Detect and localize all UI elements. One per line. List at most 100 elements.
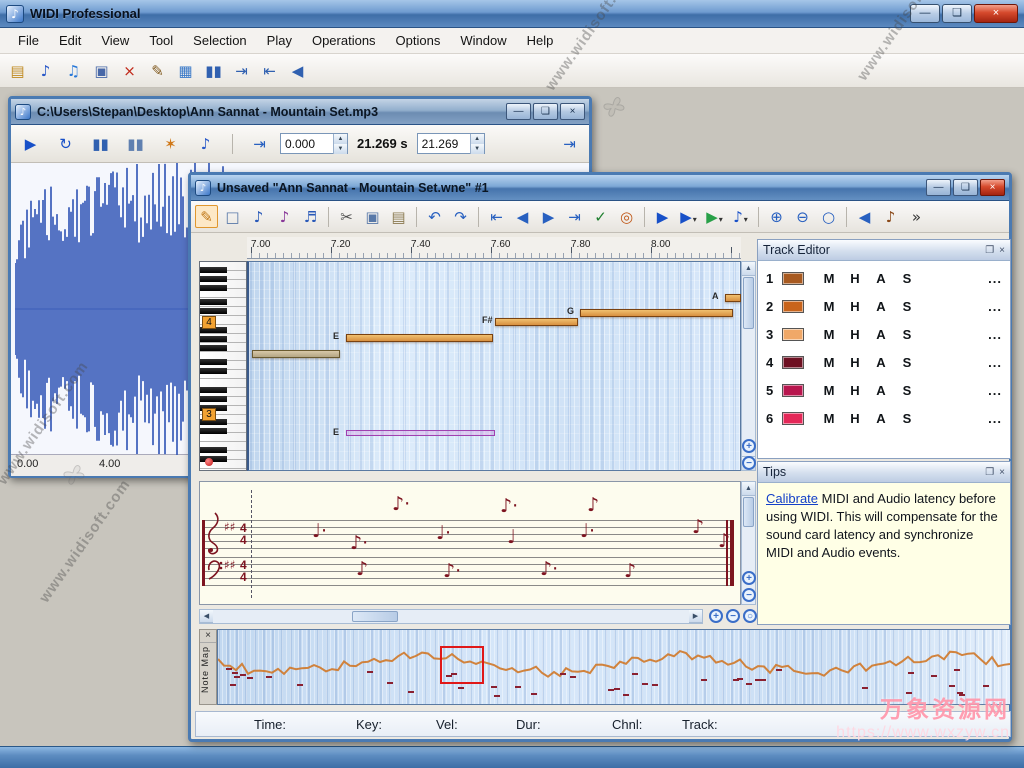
spin-up-icon[interactable]: ▲: [471, 134, 484, 144]
notation-note[interactable]: ♩: [507, 528, 516, 547]
close-button[interactable]: ×: [974, 4, 1018, 23]
scroll-up-icon[interactable]: ▲: [742, 482, 755, 496]
hzoom-out-button[interactable]: −: [726, 609, 740, 623]
panel-close-icon[interactable]: ×: [999, 467, 1005, 478]
track-s-button[interactable]: S: [894, 355, 920, 370]
track-h-button[interactable]: H: [842, 327, 868, 342]
play-icon[interactable]: ▶: [651, 205, 674, 228]
record-pencil-icon[interactable]: ✎: [195, 205, 218, 228]
convert-selection-icon[interactable]: ⇥: [558, 132, 581, 155]
spectrogram-zoom-out-button[interactable]: −: [742, 456, 756, 470]
mp3-minimize-button[interactable]: —: [506, 103, 531, 120]
calibrate-link[interactable]: Calibrate: [766, 491, 818, 506]
notation-zoom-out-button[interactable]: −: [742, 588, 756, 602]
piano-black-key[interactable]: [200, 447, 227, 453]
cut-icon[interactable]: ✂: [335, 205, 358, 228]
track-color-swatch[interactable]: [782, 300, 804, 313]
track-more-button[interactable]: ...: [988, 411, 1002, 426]
save-icon[interactable]: ▣: [90, 59, 113, 82]
pause-icon[interactable]: ▮▮: [89, 132, 112, 155]
note-map[interactable]: [217, 629, 1011, 705]
convert-options-icon[interactable]: ⇤: [258, 59, 281, 82]
notation-zoom-in-button[interactable]: +: [742, 571, 756, 585]
piano-black-key[interactable]: [200, 387, 227, 393]
track-a-button[interactable]: A: [868, 383, 894, 398]
track-h-button[interactable]: H: [842, 411, 868, 426]
piano-black-key[interactable]: [200, 428, 227, 434]
track-color-swatch[interactable]: [782, 412, 804, 425]
menu-item-selection[interactable]: Selection: [183, 28, 256, 53]
mp3-close-button[interactable]: ×: [560, 103, 585, 120]
play-note-icon[interactable]: ♪▾: [729, 205, 752, 228]
note-add-icon[interactable]: ♪: [247, 205, 270, 228]
spin-up-icon[interactable]: ▲: [334, 134, 347, 144]
notation-note[interactable]: ♪·: [540, 560, 558, 579]
hzoom-fit-button[interactable]: ○: [743, 609, 757, 623]
midi-note-bar[interactable]: [725, 294, 741, 302]
prev-note-icon[interactable]: ◀: [511, 205, 534, 228]
track-h-button[interactable]: H: [842, 271, 868, 286]
convert-to-midi-icon[interactable]: ⇥: [230, 59, 253, 82]
notation-note[interactable]: ♪·: [443, 562, 461, 581]
hzoom-in-button[interactable]: +: [709, 609, 723, 623]
track-color-swatch[interactable]: [782, 272, 804, 285]
piano-black-key[interactable]: [200, 359, 227, 365]
scroll-up-icon[interactable]: ▲: [742, 262, 755, 276]
editor-maximize-button[interactable]: ❏: [953, 179, 978, 196]
piano-black-key[interactable]: [200, 336, 227, 342]
undo-icon[interactable]: ↶: [423, 205, 446, 228]
zoom-in-icon[interactable]: ⊕: [765, 205, 788, 228]
mp3-maximize-button[interactable]: ❏: [533, 103, 558, 120]
notation-note[interactable]: ♪: [356, 560, 368, 579]
track-s-button[interactable]: S: [894, 327, 920, 342]
track-h-button[interactable]: H: [842, 355, 868, 370]
note-map-viewport-rect[interactable]: [440, 646, 484, 684]
editor-titlebar[interactable]: ♪ Unsaved "Ann Sannat - Mountain Set.wne…: [191, 175, 1009, 201]
panel-close-icon[interactable]: ×: [999, 245, 1005, 256]
go-end-icon[interactable]: ⇥: [563, 205, 586, 228]
notation-note[interactable]: ♪: [587, 496, 599, 515]
track-s-button[interactable]: S: [894, 411, 920, 426]
notation-note[interactable]: ♪: [718, 532, 730, 551]
menu-item-operations[interactable]: Operations: [302, 28, 386, 53]
volume-icon[interactable]: ◀: [853, 205, 876, 228]
note-map-close-icon[interactable]: ×: [200, 630, 216, 643]
track-m-button[interactable]: M: [816, 271, 842, 286]
play-selection-icon[interactable]: ▶▾: [703, 205, 726, 228]
scroll-left-icon[interactable]: ◀: [200, 610, 213, 623]
menu-item-edit[interactable]: Edit: [49, 28, 91, 53]
zoom-fit-icon[interactable]: ○: [817, 205, 840, 228]
open-midi-icon[interactable]: ♪: [34, 59, 57, 82]
tips-header[interactable]: Tips ❐ ×: [758, 462, 1010, 483]
display-mode-icon[interactable]: ▦: [174, 59, 197, 82]
stop-icon[interactable]: ▮▮: [124, 132, 147, 155]
editor-hscrollbar[interactable]: ◀ ▶: [199, 609, 703, 624]
menu-item-play[interactable]: Play: [257, 28, 302, 53]
midi-note-bar[interactable]: [252, 350, 340, 358]
notation-note[interactable]: ♩·: [312, 522, 327, 541]
redo-icon[interactable]: ↷: [449, 205, 472, 228]
position-value[interactable]: 0.000: [281, 137, 333, 151]
minimize-button[interactable]: —: [910, 4, 940, 23]
midi-note-bar[interactable]: [346, 430, 495, 436]
speaker-icon[interactable]: ◀: [286, 59, 309, 82]
play-loop-icon[interactable]: ↻: [54, 132, 77, 155]
editor-minimize-button[interactable]: —: [926, 179, 951, 196]
next-note-icon[interactable]: ▶: [537, 205, 560, 228]
position-spinner[interactable]: 0.000 ▲ ▼: [280, 133, 348, 154]
toolbar-overflow-icon[interactable]: »: [905, 205, 928, 228]
track-s-button[interactable]: S: [894, 299, 920, 314]
track-m-button[interactable]: M: [816, 411, 842, 426]
eraser-icon[interactable]: □: [221, 205, 244, 228]
midi-output-icon[interactable]: ♪: [879, 205, 902, 228]
midi-note-bar[interactable]: [346, 334, 493, 342]
open-audio-icon[interactable]: ♫: [62, 59, 85, 82]
midi-note-icon[interactable]: ♪: [194, 132, 217, 155]
menu-item-help[interactable]: Help: [517, 28, 564, 53]
notation-note[interactable]: ♪: [692, 518, 704, 537]
track-h-button[interactable]: H: [842, 299, 868, 314]
record-tool-icon[interactable]: ✎: [146, 59, 169, 82]
center-view-icon[interactable]: ◎: [615, 205, 638, 228]
paste-icon[interactable]: ▤: [387, 205, 410, 228]
notation-note[interactable]: ♪·: [500, 497, 518, 516]
